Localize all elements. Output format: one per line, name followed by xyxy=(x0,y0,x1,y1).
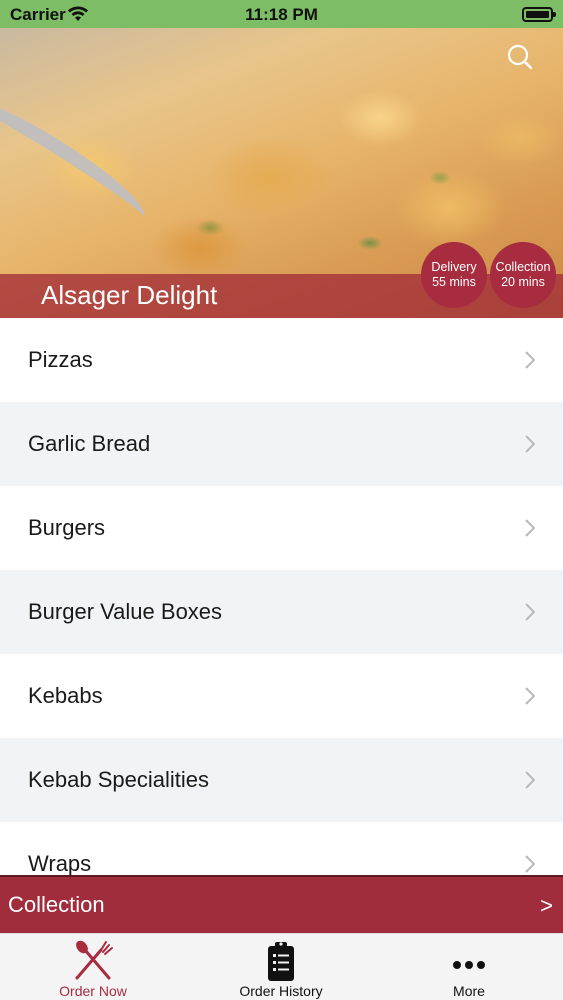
fork-knife-icon xyxy=(75,940,113,980)
more-dots-icon xyxy=(453,961,485,969)
chevron-right-icon xyxy=(525,603,535,621)
chevron-right-icon xyxy=(525,855,535,873)
menu-item-label: Burger Value Boxes xyxy=(28,599,223,624)
delivery-time: 55 mins xyxy=(432,275,476,289)
chevron-right-icon xyxy=(525,351,535,369)
tab-label: More xyxy=(453,983,485,999)
search-icon[interactable] xyxy=(507,44,533,70)
tab-label: Order Now xyxy=(59,983,127,999)
menu-item-wraps[interactable]: Wraps xyxy=(0,822,563,875)
menu-item-label: Kebabs xyxy=(28,683,103,708)
menu-item-pizzas[interactable]: Pizzas xyxy=(0,318,563,402)
chevron-right-icon xyxy=(525,519,535,537)
tab-order-history[interactable]: Order History xyxy=(211,934,351,1000)
menu-item-label: Pizzas xyxy=(28,347,93,372)
restaurant-hero: Alsager Delight Delivery 55 mins Collect… xyxy=(0,28,563,318)
chevron-right-icon xyxy=(525,435,535,453)
collection-label: Collection xyxy=(495,260,551,274)
menu-item-label: Wraps xyxy=(28,851,92,875)
battery-icon xyxy=(522,7,556,22)
collection-time: 20 mins xyxy=(501,275,545,289)
tab-label: Order History xyxy=(239,983,323,999)
status-time: 11:18 PM xyxy=(245,5,318,24)
menu-item-garlic-bread[interactable]: Garlic Bread xyxy=(0,402,563,486)
menu-item-kebabs[interactable]: Kebabs xyxy=(0,654,563,738)
delivery-label: Delivery xyxy=(431,260,477,274)
menu-item-label: Burgers xyxy=(28,515,106,540)
order-mode-arrow-icon: > xyxy=(540,893,553,918)
menu-item-label: Kebab Specialities xyxy=(28,767,210,792)
menu-item-label: Garlic Bread xyxy=(28,431,151,456)
menu-item-burger-value-boxes[interactable]: Burger Value Boxes xyxy=(0,570,563,654)
tab-order-now[interactable]: Order Now xyxy=(23,934,163,1000)
menu-item-kebab-specialities[interactable]: Kebab Specialities xyxy=(0,738,563,822)
restaurant-name: Alsager Delight xyxy=(41,280,218,310)
chevron-right-icon xyxy=(525,771,535,789)
order-mode-label: Collection xyxy=(8,892,105,917)
tab-bar: Order Now Order History More xyxy=(0,933,563,1000)
collection-time-badge: Collection 20 mins xyxy=(490,242,556,308)
tab-more[interactable]: More xyxy=(399,934,539,1000)
delivery-time-badge: Delivery 55 mins xyxy=(421,242,487,308)
hero-pan-decoration xyxy=(0,82,154,234)
clipboard-list-icon xyxy=(268,942,294,981)
order-mode-bar[interactable]: Collection > xyxy=(0,875,563,933)
status-bar: Carrier 11:18 PM xyxy=(0,0,563,28)
menu-item-burgers[interactable]: Burgers xyxy=(0,486,563,570)
chevron-right-icon xyxy=(525,687,535,705)
menu-category-list: Pizzas Garlic Bread Burgers Burger Value… xyxy=(0,318,563,875)
